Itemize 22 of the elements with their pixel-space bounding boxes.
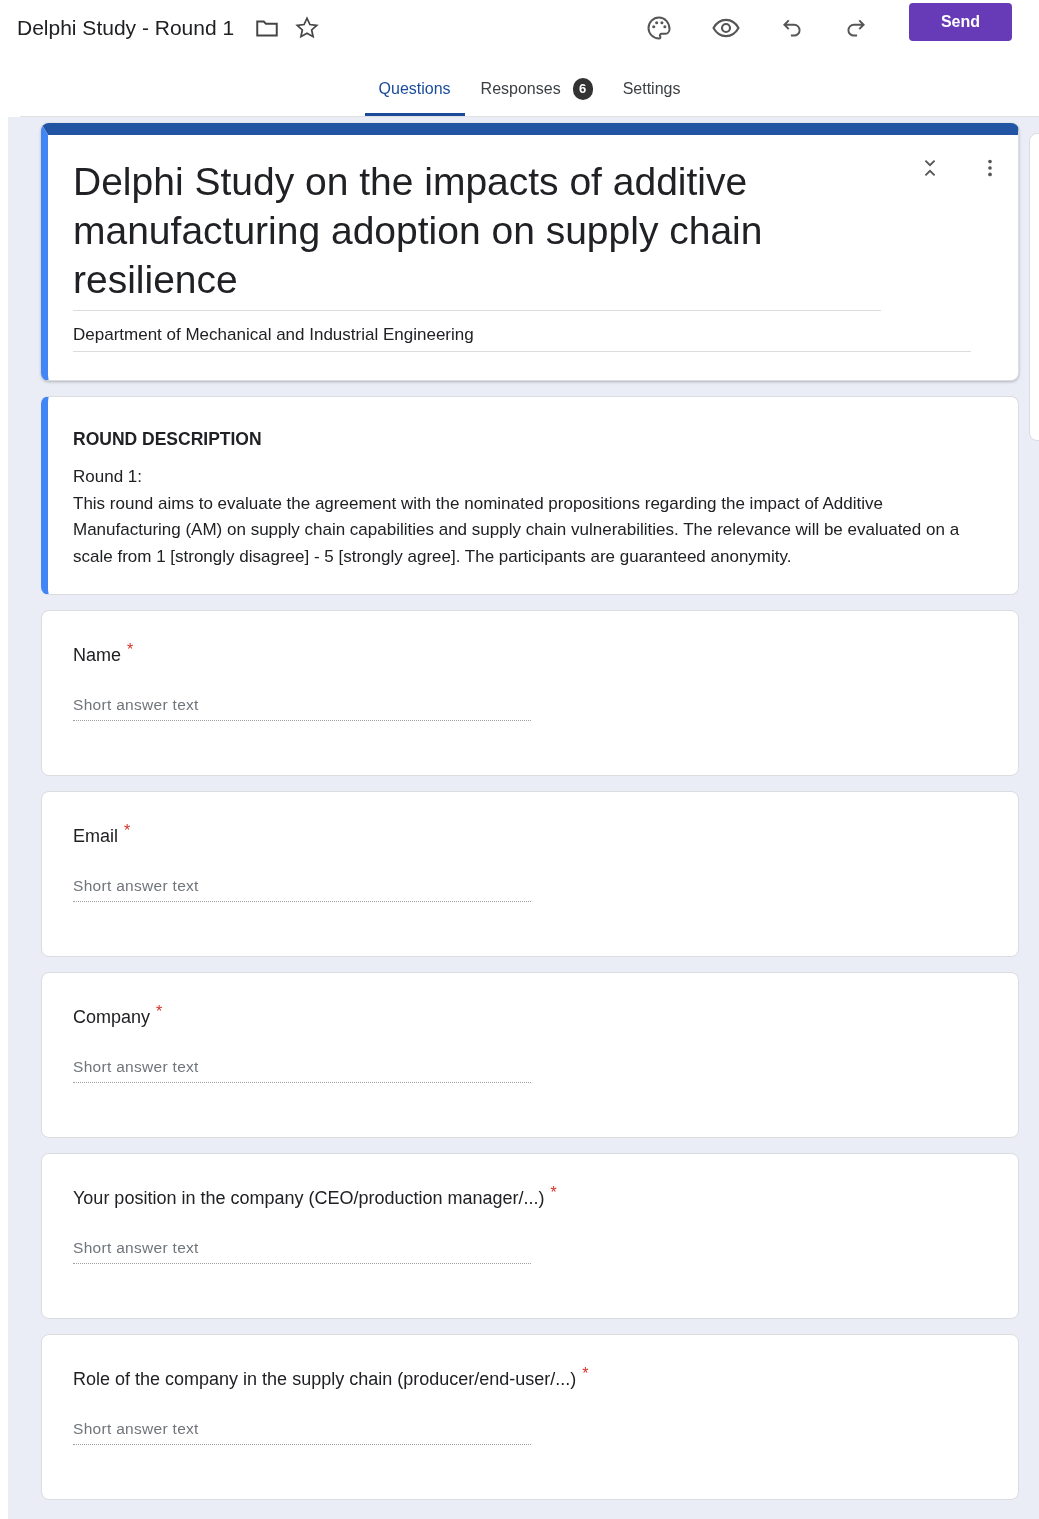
- palette-icon[interactable]: [645, 14, 673, 42]
- question-label: Email: [73, 826, 118, 847]
- section-text: Round 1:: [73, 466, 143, 488]
- question-label: Company: [73, 1007, 151, 1028]
- section-heading: ROUND DESCRIPTION: [73, 429, 263, 450]
- document-title: Delphi Study - Round 1: [17, 16, 235, 40]
- send-button[interactable]: Send: [909, 3, 1012, 41]
- required-asterisk: *: [582, 1365, 589, 1383]
- required-asterisk: *: [550, 1184, 557, 1202]
- question-label: Name: [73, 645, 121, 666]
- form-title[interactable]: Delphi Study on the impacts of additive manufacturing adoption on supply chain resilience: [73, 157, 881, 311]
- tab[interactable]: Settings: [608, 56, 695, 116]
- tab[interactable]: Responses 6: [466, 56, 607, 116]
- question-label: Your position in the company (CEO/production manager/...): [73, 1188, 545, 1209]
- required-asterisk: *: [127, 641, 134, 659]
- form-description[interactable]: Department of Mechanical and Industrial Engineering: [73, 311, 971, 352]
- required-asterisk: *: [156, 1003, 163, 1021]
- section-text: This round aims to evaluate the agreement with the nominated propositions regarding the impact of Additive Manufacturing (AM) on supply chain capabilities and supply chain vulnerabilities. The relevance will be evaluated on a scale from 1 [strongly disagree] - 5 [strongly agree]. The participants are guaranteed anonymity.: [73, 492, 961, 568]
- question-label: Role of the company in the supply chain (producer/end-user/...): [73, 1369, 577, 1390]
- required-asterisk: *: [124, 822, 131, 840]
- count-badge: 6: [572, 77, 593, 100]
- star-icon[interactable]: [294, 15, 321, 41]
